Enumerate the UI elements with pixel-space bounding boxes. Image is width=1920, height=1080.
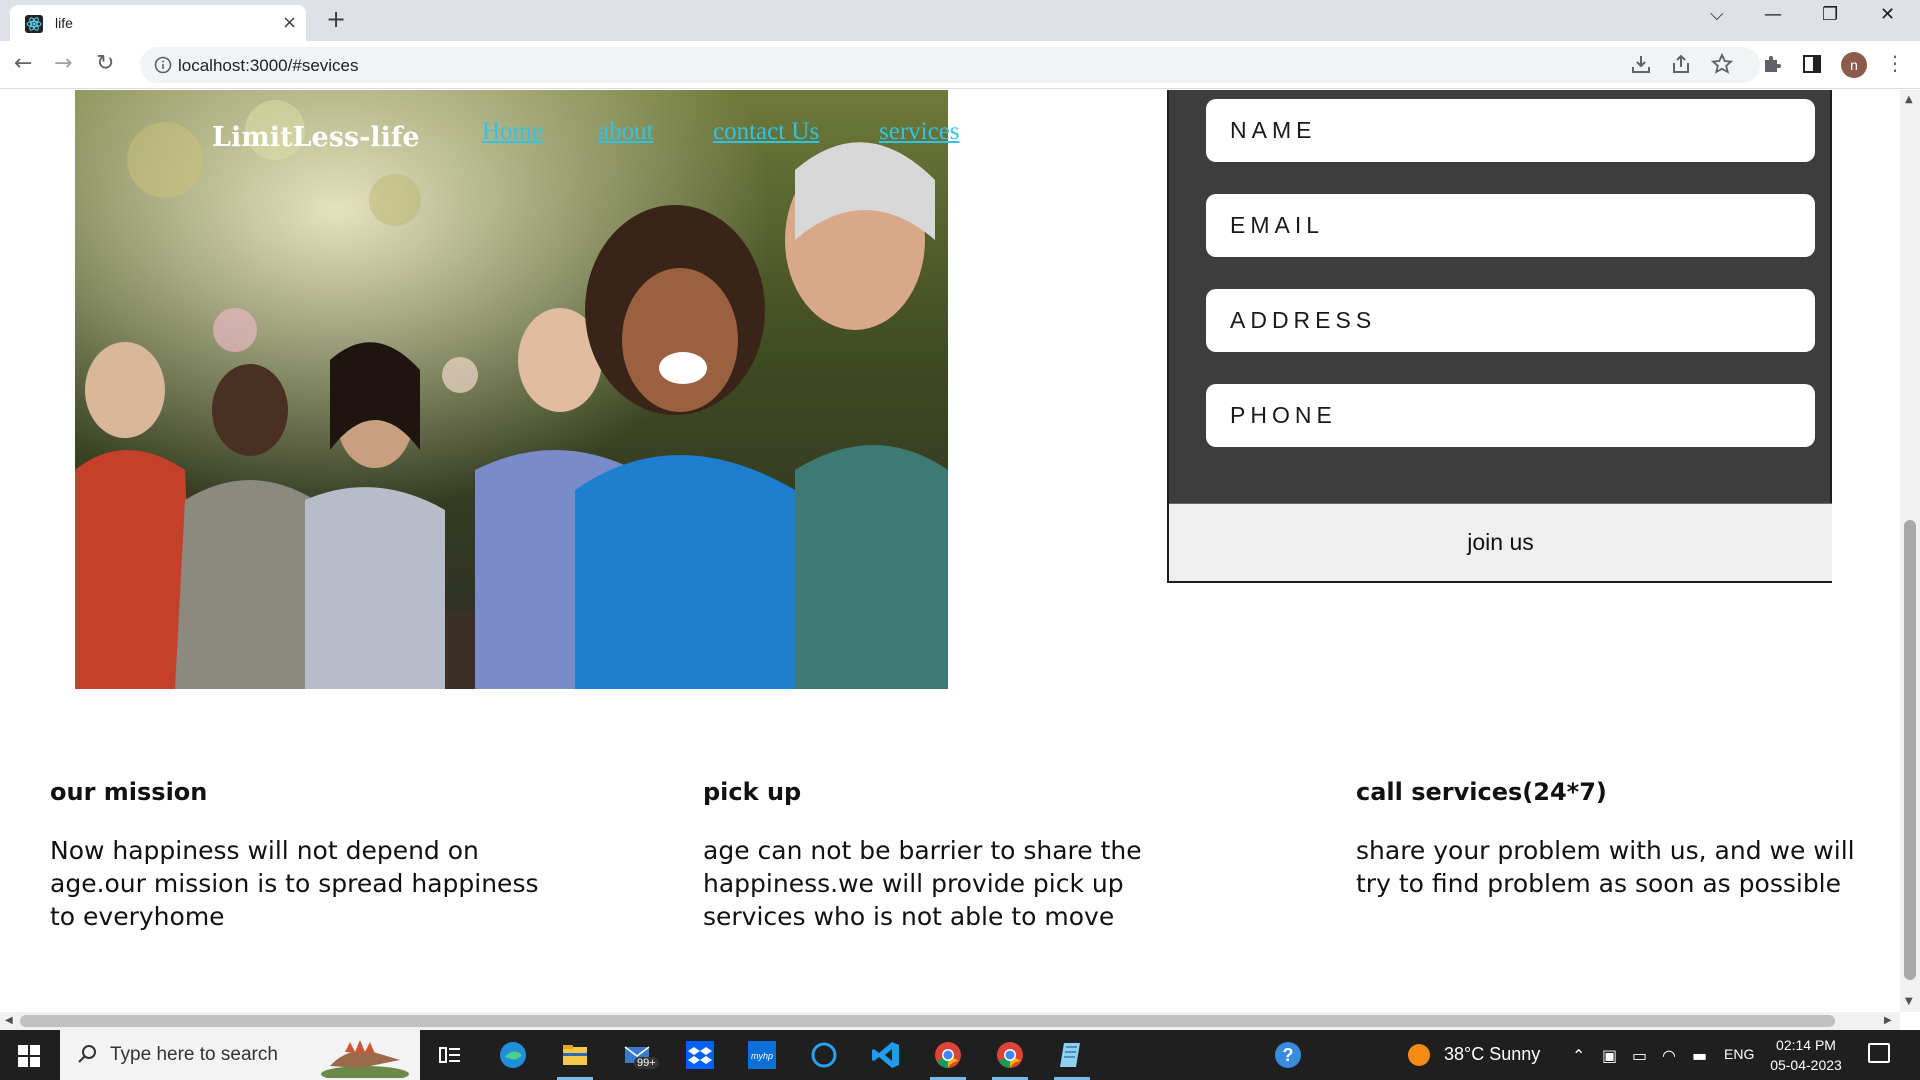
- call-services-section: call services(24*7) share your problem w…: [1356, 778, 1866, 900]
- taskbar-search-box[interactable]: Type here to search: [60, 1030, 420, 1080]
- meet-now-icon[interactable]: ▣: [1602, 1046, 1617, 1065]
- minimize-icon[interactable]: —: [1764, 4, 1782, 25]
- address-bar[interactable]: localhost:3000/#sevices: [140, 47, 1760, 83]
- section-title: our mission: [50, 778, 208, 806]
- dropbox-icon[interactable]: [684, 1039, 716, 1071]
- forward-arrow-icon[interactable]: →: [54, 51, 72, 76]
- back-arrow-icon[interactable]: ←: [14, 51, 32, 76]
- browser-toolbar: ← → ↻ localhost:3000/#sevices n ⋮: [0, 41, 1920, 89]
- pickup-section: pick up age can not be barrier to share …: [703, 778, 1193, 933]
- svg-text:myhp: myhp: [751, 1051, 773, 1061]
- search-placeholder: Type here to search: [110, 1044, 278, 1065]
- bookmark-star-icon[interactable]: [1711, 53, 1733, 75]
- vertical-scrollbar[interactable]: ▲ ▼: [1900, 90, 1920, 1012]
- hero-image: [75, 90, 948, 689]
- browser-tab-strip: life × + ⌵ — ❐ ✕: [0, 0, 1920, 41]
- scroll-right-arrow-icon[interactable]: ▶: [1884, 1015, 1892, 1026]
- chrome-icon[interactable]: [932, 1039, 964, 1071]
- tray-chevron-up-icon[interactable]: ⌃: [1572, 1046, 1585, 1065]
- help-icon[interactable]: ?: [1272, 1039, 1304, 1071]
- nav-link-contact[interactable]: contact Us: [713, 118, 819, 146]
- share-icon[interactable]: [1670, 53, 1692, 75]
- profile-avatar[interactable]: n: [1841, 52, 1867, 78]
- nav-link-home[interactable]: Home: [482, 118, 543, 146]
- section-title: pick up: [703, 778, 802, 806]
- windows-start-icon[interactable]: [18, 1045, 40, 1067]
- battery-icon[interactable]: ▬: [1692, 1046, 1707, 1065]
- address-field[interactable]: [1206, 289, 1815, 352]
- page-viewport: LimitLess-life Home about contact Us ser…: [0, 90, 1900, 1012]
- clock-date: 05-04-2023: [1770, 1057, 1842, 1073]
- taskbar: Type here to search 99+ myhp ? 38°C Sunn…: [0, 1030, 1920, 1080]
- tab-search-chevron-icon[interactable]: ⌵: [1710, 4, 1724, 25]
- install-app-icon[interactable]: [1630, 53, 1652, 75]
- new-tab-button[interactable]: +: [326, 5, 346, 33]
- display-icon[interactable]: ▭: [1632, 1046, 1647, 1065]
- phone-field[interactable]: [1206, 384, 1815, 447]
- extensions-puzzle-icon[interactable]: [1761, 53, 1783, 75]
- section-title: call services(24*7): [1356, 778, 1607, 806]
- weather-text[interactable]: 38°C Sunny: [1444, 1044, 1540, 1065]
- reload-icon[interactable]: ↻: [96, 51, 114, 76]
- language-indicator[interactable]: ENG: [1724, 1046, 1754, 1062]
- mission-section: our mission Now happiness will not depen…: [50, 778, 570, 933]
- mail-badge: 99+: [634, 1057, 659, 1069]
- nav-link-services[interactable]: services: [879, 118, 960, 146]
- section-text: age can not be barrier to share the happ…: [703, 836, 1142, 931]
- kebab-menu-icon[interactable]: ⋮: [1885, 51, 1905, 75]
- notification-center-icon[interactable]: [1868, 1043, 1890, 1063]
- chrome-profile-icon[interactable]: [994, 1039, 1026, 1071]
- site-logo[interactable]: LimitLess-life: [212, 122, 420, 153]
- hero-photo-illustration: [75, 90, 948, 689]
- notepad-icon[interactable]: [1056, 1039, 1088, 1071]
- join-us-button[interactable]: join us: [1169, 503, 1832, 581]
- url-text[interactable]: localhost:3000/#sevices: [178, 56, 359, 76]
- task-view-icon[interactable]: [434, 1039, 466, 1071]
- react-icon: [25, 15, 43, 33]
- side-panel-icon[interactable]: [1801, 53, 1823, 75]
- edge-browser-icon[interactable]: [497, 1039, 529, 1071]
- scroll-up-arrow-icon[interactable]: ▲: [1905, 94, 1913, 105]
- section-text: Now happiness will not depend on age.our…: [50, 836, 539, 931]
- cortana-icon[interactable]: [808, 1039, 840, 1071]
- email-field[interactable]: [1206, 194, 1815, 257]
- dinosaur-search-highlight-icon: [321, 1040, 409, 1078]
- myhp-icon[interactable]: myhp: [746, 1039, 778, 1071]
- horizontal-scroll-thumb[interactable]: [20, 1015, 1835, 1027]
- search-icon: [78, 1045, 96, 1063]
- horizontal-scrollbar[interactable]: ◀ ▶: [0, 1012, 1900, 1030]
- scroll-left-arrow-icon[interactable]: ◀: [5, 1015, 13, 1026]
- browser-tab[interactable]: life ×: [10, 5, 306, 41]
- nav-link-about[interactable]: about: [598, 118, 654, 146]
- join-form: join us: [1167, 90, 1832, 583]
- svg-text:?: ?: [1283, 1045, 1294, 1065]
- wifi-icon[interactable]: ◠: [1662, 1046, 1676, 1065]
- tab-close-icon[interactable]: ×: [282, 12, 297, 33]
- window-close-icon[interactable]: ✕: [1880, 4, 1895, 25]
- section-text: share your problem with us, and we will …: [1356, 836, 1855, 898]
- info-icon[interactable]: [154, 56, 172, 74]
- tab-title: life: [55, 15, 73, 31]
- taskbar-clock[interactable]: 02:14 PM 05-04-2023: [1766, 1035, 1846, 1075]
- vertical-scroll-thumb[interactable]: [1904, 520, 1916, 980]
- vscode-icon[interactable]: [870, 1039, 902, 1071]
- name-field[interactable]: [1206, 99, 1815, 162]
- weather-sun-icon[interactable]: [1408, 1044, 1430, 1066]
- restore-icon[interactable]: ❐: [1822, 4, 1838, 25]
- scroll-down-arrow-icon[interactable]: ▼: [1905, 996, 1913, 1007]
- file-explorer-icon[interactable]: [559, 1039, 591, 1071]
- clock-time: 02:14 PM: [1776, 1037, 1836, 1053]
